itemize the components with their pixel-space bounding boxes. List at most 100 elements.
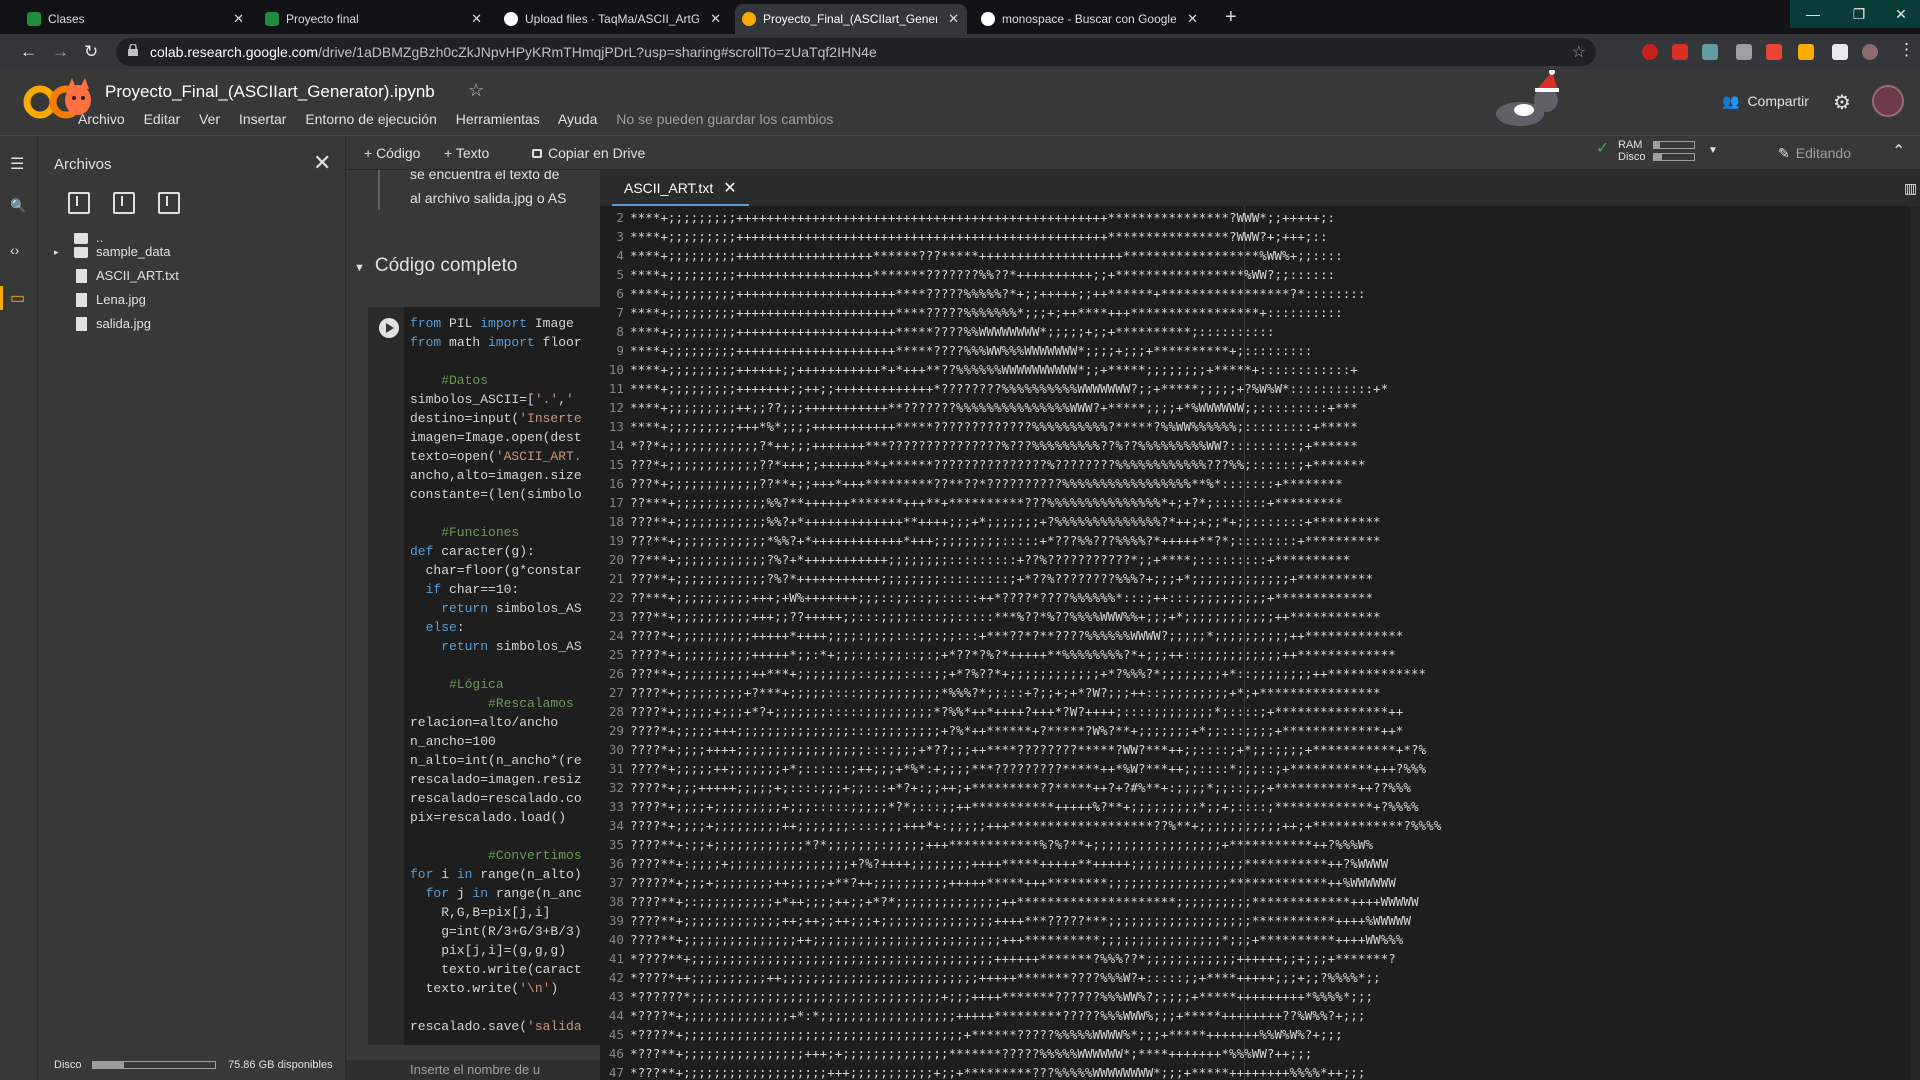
expand-caret-icon[interactable]: ▸ (54, 247, 59, 258)
editor-line: 18 ???**+;;;;;;;;;;;;%%?+*+++++++++++++**… (604, 512, 1899, 531)
editing-mode-button[interactable]: ✎ Editando (1778, 145, 1851, 162)
add-text-button[interactable]: + Texto (444, 145, 489, 161)
disk-usage-bar (92, 1061, 216, 1069)
file-icon (76, 293, 87, 307)
folder-icon (74, 247, 88, 258)
chrome-menu-icon[interactable]: ⋮ (1898, 40, 1915, 60)
menu-editar[interactable]: Editar (144, 111, 181, 127)
minimize-button[interactable]: — (1790, 0, 1836, 28)
close-icon[interactable]: ✕ (233, 4, 244, 34)
code-line: #Datos (410, 373, 489, 388)
editor-line: 30 ????*+;;;;++++;;;;;;;;;;;;;;;;;:::;;;;… (604, 740, 1899, 759)
editor-text-area[interactable]: 2 ****+;;;;;;;;;+++++++++++++++++++++++++… (604, 208, 1899, 1080)
close-icon[interactable]: ✕ (1187, 4, 1198, 34)
menu-archivo[interactable]: Archivo (78, 111, 125, 127)
url-text[interactable]: colab.research.google.com/drive/1aDBMZgB… (150, 38, 877, 66)
resource-monitor[interactable]: ✓ RAM Disco ▼ (1596, 139, 1718, 163)
menu-ayuda[interactable]: Ayuda (558, 111, 597, 127)
editor-line: 34 ????*+;;;;+;;;;;;;;;++;;;;;;;::::;;;++… (604, 816, 1899, 835)
holiday-dog-mascot (1496, 70, 1559, 126)
editor-scrollbar[interactable] (1910, 206, 1920, 1080)
browser-tab-colab[interactable]: Proyecto_Final_(ASCIIart_Generat ✕ (735, 4, 967, 34)
editor-line: 20 ??***+;;;;;;;;;;;;?%?+*+++++++++++;;;;… (604, 550, 1899, 569)
star-icon[interactable]: ☆ (468, 80, 484, 101)
maximize-button[interactable]: ❐ (1836, 0, 1882, 28)
window-close-button[interactable]: ✕ (1882, 0, 1920, 28)
shopping-extension-icon[interactable] (1798, 44, 1814, 60)
text-cell-line: al archivo salida.jpg o AS (410, 190, 567, 206)
editor-line: 32 ????*+;;;+++++;;;;;+;::::;;;+;;:::+*?+… (604, 778, 1899, 797)
upload-file-icon[interactable] (68, 192, 90, 214)
back-button[interactable]: ← (20, 42, 37, 62)
reload-button[interactable]: ↻ (84, 42, 98, 62)
extension-icon[interactable] (1766, 44, 1782, 60)
line-number: 26 (608, 666, 624, 681)
editor-tab-ascii-art[interactable]: ASCII_ART.txt ✕ (612, 170, 749, 206)
file-tree-folder-sample-data[interactable]: sample_data (74, 242, 170, 262)
line-number: 10 (608, 362, 624, 377)
browser-tab-proyecto-final[interactable]: Proyecto final ✕ (258, 4, 490, 34)
refresh-folder-icon[interactable] (113, 192, 135, 214)
code-line: R,G,B=pix[j,i] (410, 905, 551, 920)
editor-line: 44 *????*+;;;;;;;;;;;;;;+*:*;;;;;;;;;;;;;… (604, 1006, 1899, 1025)
editor-line-text: ???*+;;;;;;;;;;;;??*+++;;++++++**+******… (630, 457, 1366, 472)
extension-icon[interactable] (1672, 44, 1688, 60)
profile-avatar-icon[interactable] (1862, 44, 1878, 60)
line-number: 20 (608, 552, 624, 567)
browser-tab-github-upload[interactable]: Upload files · TaqMa/ASCII_ArtGe ✕ (497, 4, 729, 34)
gear-icon[interactable]: ⚙ (1833, 90, 1851, 115)
menu-insertar[interactable]: Insertar (239, 111, 286, 127)
extension-icon[interactable] (1736, 44, 1752, 60)
file-icon (76, 269, 87, 283)
browser-tab-clases[interactable]: Clases ✕ (20, 4, 252, 34)
add-code-button[interactable]: + Código (364, 145, 420, 161)
unsaved-notice[interactable]: No se pueden guardar los cambios (616, 111, 833, 127)
close-icon[interactable]: ✕ (313, 150, 331, 176)
file-tree-file-salida[interactable]: salida.jpg (74, 314, 151, 334)
copy-to-drive-button[interactable]: Copiar en Drive (532, 145, 645, 161)
forward-button[interactable]: → (52, 42, 69, 62)
adblock-extension-icon[interactable] (1642, 44, 1658, 60)
mount-drive-icon[interactable] (158, 192, 180, 214)
link-extension-icon[interactable] (1702, 44, 1718, 60)
chevron-down-icon[interactable]: ▼ (1708, 145, 1718, 157)
section-heading[interactable]: ▼ Código completo (354, 255, 517, 277)
split-view-icon[interactable]: ▥ (1904, 180, 1917, 197)
share-button[interactable]: 👥 Compartir (1722, 93, 1809, 110)
close-icon[interactable]: ✕ (710, 4, 721, 34)
menu-ver[interactable]: Ver (199, 111, 220, 127)
line-number: 8 (616, 324, 624, 339)
puzzle-extensions-icon[interactable] (1832, 44, 1848, 60)
run-cell-button[interactable] (379, 318, 399, 338)
browser-tab-google-search[interactable]: monospace - Buscar con Google ✕ (974, 4, 1206, 34)
menu-entorno[interactable]: Entorno de ejecución (305, 111, 437, 127)
code-snippets-icon[interactable]: ‹› (10, 242, 19, 258)
close-icon[interactable]: ✕ (723, 180, 736, 197)
editor-line-text: ????**+;;;;;;;;;;;;;;;++;;;;;;;;;;;;;;;;… (630, 932, 1404, 947)
editor-line: 15 ???*+;;;;;;;;;;;;??*+++;;++++++**+****… (604, 455, 1899, 474)
search-icon[interactable]: 🔍 (10, 198, 26, 214)
collapse-header-icon[interactable]: ⌃ (1892, 141, 1905, 161)
menu-herramientas[interactable]: Herramientas (456, 111, 540, 127)
close-icon[interactable]: ✕ (471, 4, 482, 34)
code-cell[interactable]: from PIL import Image from math import fl… (368, 307, 600, 1045)
code-editor[interactable]: from PIL import Image from math import fl… (404, 307, 600, 1036)
text-cell[interactable]: se encuentra el texto de al archivo sali… (410, 170, 600, 210)
line-number: 31 (608, 761, 624, 776)
folder-icon[interactable]: ▭ (10, 288, 25, 308)
next-cell-preview: Inserte el nombre de u (346, 1060, 600, 1080)
bookmark-star-icon[interactable]: ☆ (1572, 42, 1586, 62)
avatar[interactable] (1872, 85, 1904, 117)
address-bar[interactable]: colab.research.google.com/drive/1aDBMZgB… (116, 38, 1596, 66)
table-of-contents-icon[interactable]: ☰ (10, 154, 24, 174)
editor-line-text: ????*+;;;;;;;;;;+++++*;;:*+;;;:;:;;;::;:… (630, 647, 1396, 662)
browser-tab-label: monospace - Buscar con Google (1002, 12, 1176, 26)
new-tab-button[interactable]: + (1225, 6, 1237, 29)
file-tree-file-ascii-art[interactable]: ASCII_ART.txt (74, 266, 179, 286)
chevron-down-icon[interactable]: ▼ (354, 262, 365, 274)
disk-label: Disco (54, 1059, 82, 1071)
close-icon[interactable]: ✕ (948, 4, 959, 34)
notebook-title[interactable]: Proyecto_Final_(ASCIIart_Generator).ipyn… (105, 82, 435, 102)
file-tree-file-lena[interactable]: Lena.jpg (74, 290, 146, 310)
